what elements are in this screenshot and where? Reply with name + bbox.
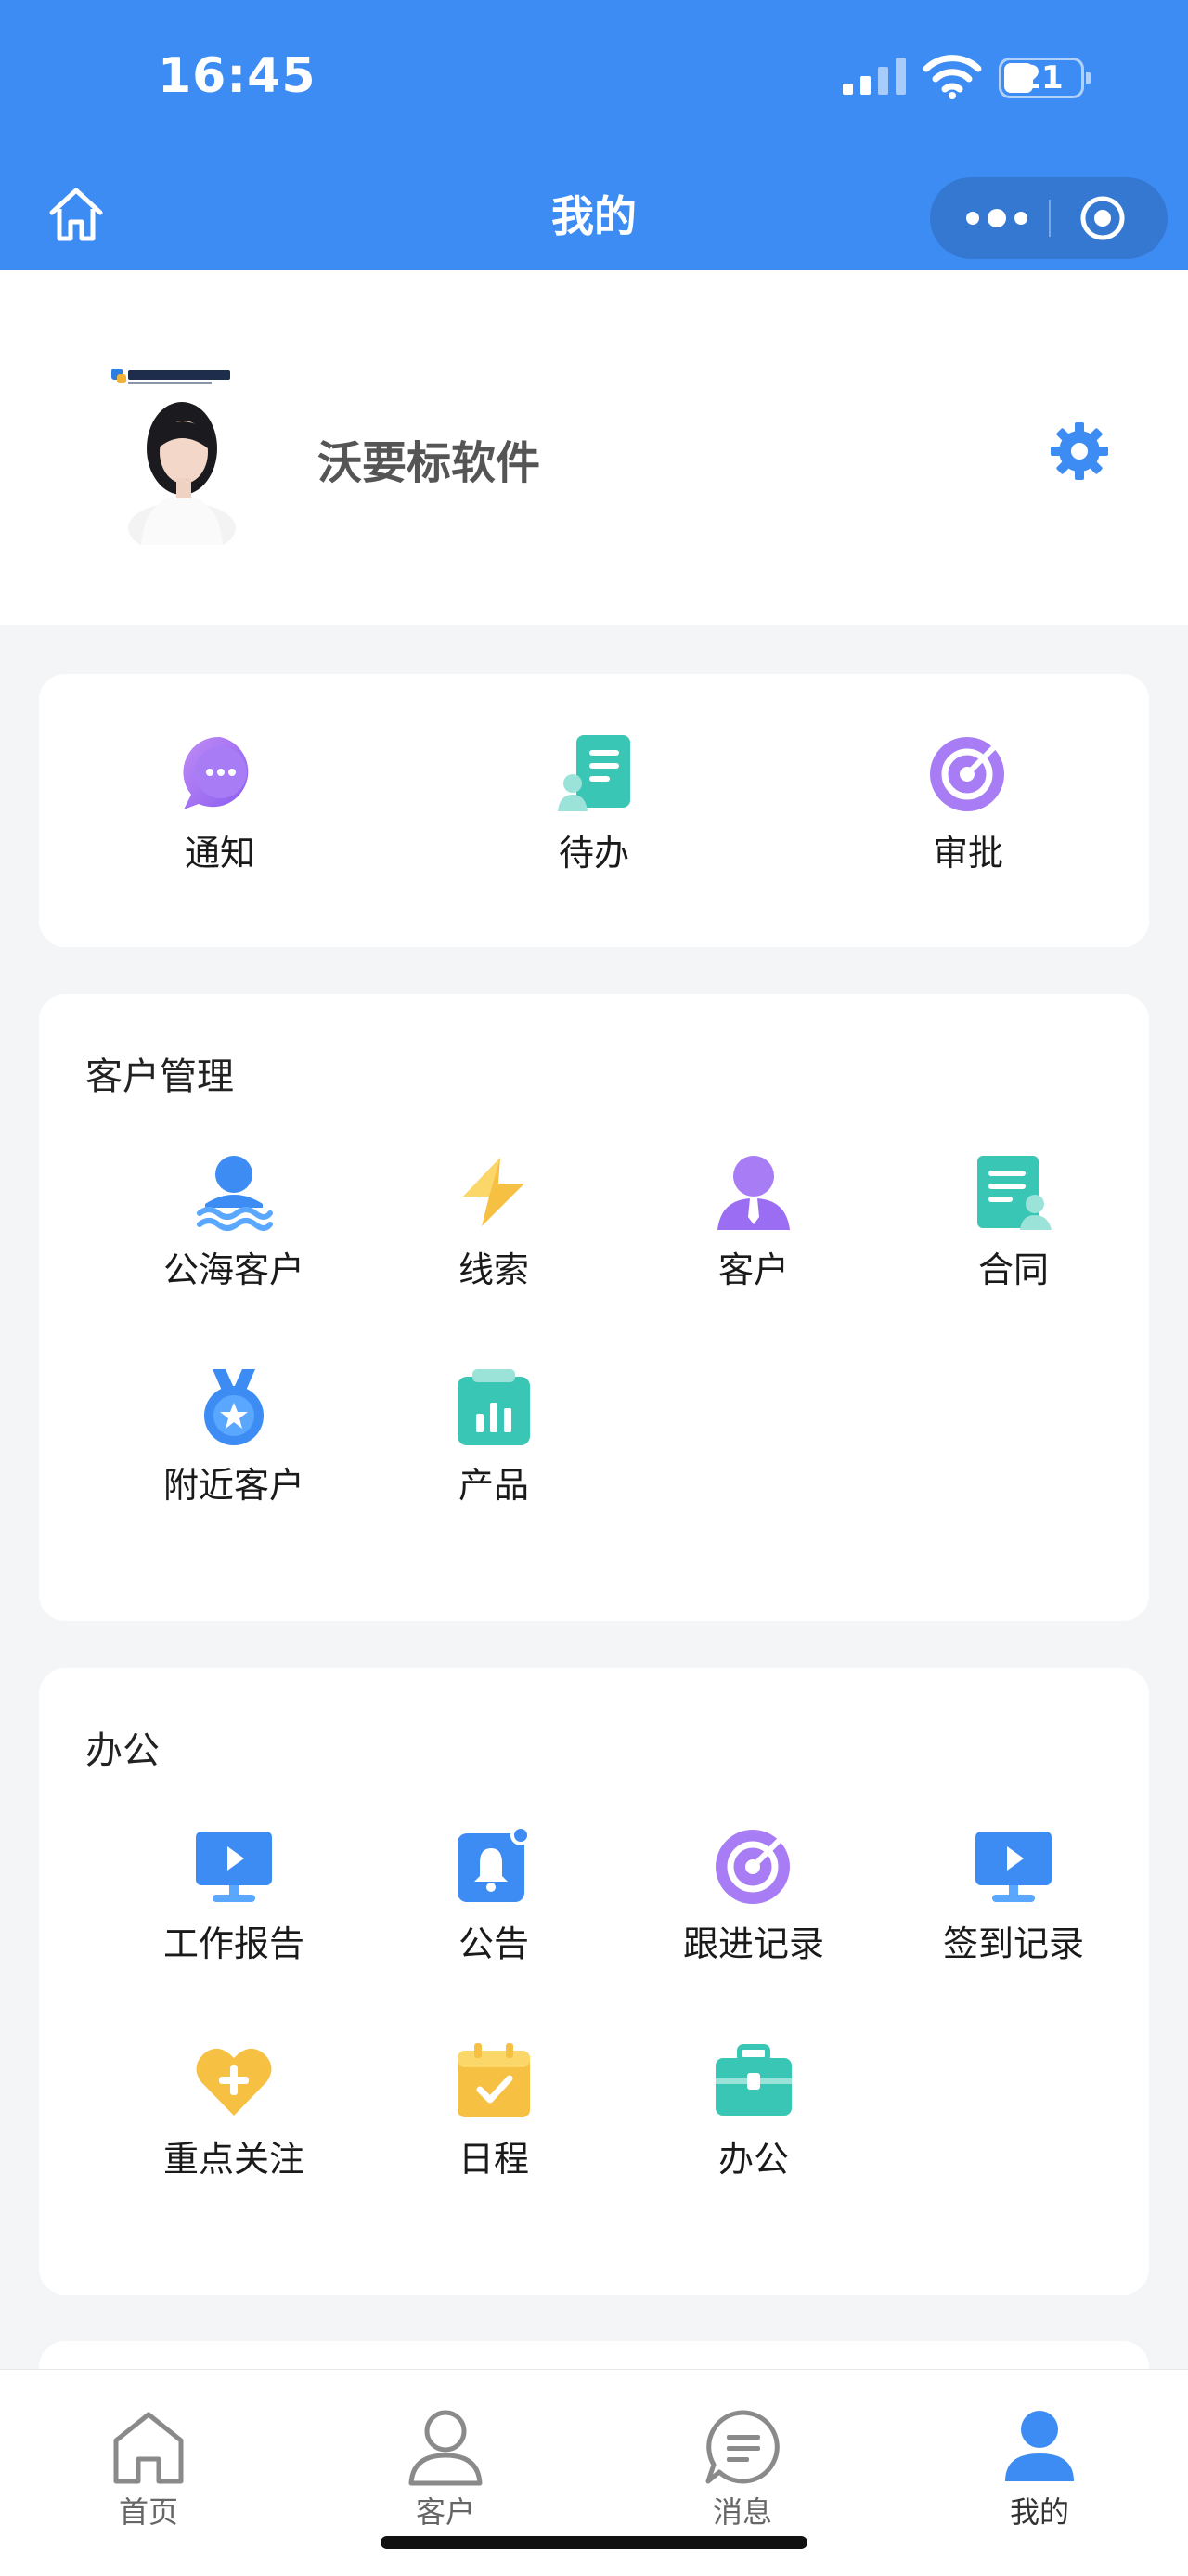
battery-level: 21	[1019, 59, 1064, 97]
grid-item-label: 工作报告	[162, 1923, 304, 1964]
customer-tab-icon	[408, 2410, 483, 2486]
battery-icon: 21	[999, 58, 1091, 98]
profile-name: 沃要标软件	[317, 437, 541, 489]
monitor-icon	[196, 1832, 272, 1902]
nav-bar: 我的	[0, 162, 1188, 270]
tab-mine[interactable]: 我的	[947, 2407, 1132, 2531]
quick-approval-label: 审批	[932, 833, 1003, 874]
todo-list-icon	[558, 735, 630, 811]
grid-item-leads[interactable]: 线索	[364, 1152, 624, 1292]
contract-icon	[977, 1156, 1052, 1230]
monitor-icon	[975, 1832, 1052, 1902]
quick-approval[interactable]: 审批	[787, 731, 1149, 875]
nearby-medal-icon	[204, 1369, 264, 1445]
grid-item-label: 重点关注	[162, 2139, 304, 2180]
quick-todo[interactable]: 待办	[413, 731, 775, 875]
grid-item-follow-up[interactable]: 跟进记录	[624, 1826, 884, 1966]
avatar[interactable]	[104, 359, 252, 545]
section-title: 客户管理	[85, 1055, 234, 1098]
approval-target-icon	[930, 737, 1004, 811]
grid-item-office[interactable]: 办公	[624, 2041, 884, 2181]
gear-icon[interactable]	[1047, 419, 1112, 484]
quick-notice[interactable]: 通知	[39, 731, 401, 875]
tab-label: 我的	[1009, 2494, 1069, 2530]
grid-item-label: 产品	[458, 1465, 529, 1506]
office-card: 办公 工作报告 公告 跟进记录 签到记录 重点关注 日程 办公	[39, 1668, 1149, 2295]
quick-actions-card: 通知 待办 审批	[39, 674, 1149, 947]
quick-notice-label: 通知	[184, 833, 255, 874]
message-tab-icon	[705, 2410, 780, 2484]
status-time: 16:45	[158, 48, 316, 104]
grid-item-label: 线索	[458, 1249, 529, 1290]
grid-item-label: 公告	[458, 1923, 529, 1964]
briefcase-icon	[716, 2044, 792, 2116]
tab-home[interactable]: 首页	[56, 2407, 241, 2531]
calendar-icon	[458, 2043, 530, 2117]
public-pool-icon	[197, 1156, 273, 1231]
grid-item-label: 办公	[717, 2139, 789, 2180]
home-indicator	[381, 2536, 807, 2549]
tab-label: 消息	[712, 2494, 772, 2530]
grid-item-label: 客户	[717, 1249, 789, 1290]
grid-item-public-pool[interactable]: 公海客户	[104, 1152, 364, 1292]
section-title: 办公	[85, 1729, 160, 1772]
grid-item-label: 签到记录	[942, 1923, 1084, 1964]
signal-icon	[843, 58, 906, 95]
grid-item-label: 附近客户	[162, 1465, 304, 1506]
chat-bubble-icon	[183, 736, 249, 809]
product-chart-icon	[458, 1369, 530, 1445]
tab-customer[interactable]: 客户	[353, 2407, 538, 2531]
tab-messages[interactable]: 消息	[650, 2407, 835, 2531]
grid-item-label: 合同	[977, 1249, 1049, 1290]
profile-header: 沃要标软件	[0, 270, 1188, 625]
grid-item-label: 公海客户	[162, 1249, 304, 1290]
grid-item-product[interactable]: 产品	[364, 1367, 624, 1508]
quick-todo-label: 待办	[558, 833, 629, 874]
more-dots-icon[interactable]	[962, 177, 1032, 259]
home-tab-icon	[113, 2412, 184, 2484]
grid-item-label: 跟进记录	[682, 1923, 824, 1964]
grid-item-customer[interactable]: 客户	[624, 1152, 884, 1292]
wifi-icon	[923, 55, 982, 99]
grid-item-label: 日程	[458, 2139, 529, 2180]
grid-item-contract[interactable]: 合同	[884, 1152, 1143, 1292]
mini-program-capsule	[930, 177, 1168, 259]
status-bar: 16:45 21	[0, 0, 1188, 162]
grid-item-nearby[interactable]: 附近客户	[104, 1367, 364, 1508]
grid-item-checkin-record[interactable]: 签到记录	[884, 1826, 1143, 1966]
customer-icon	[717, 1156, 790, 1230]
grid-item-work-report[interactable]: 工作报告	[104, 1826, 364, 1966]
tab-label: 首页	[118, 2494, 178, 2530]
customer-management-card: 客户管理 公海客户 线索 客户 合同 附近客户 产品	[39, 994, 1149, 1621]
grid-item-focus[interactable]: 重点关注	[104, 2041, 364, 2181]
close-target-icon[interactable]	[1078, 194, 1127, 242]
target-icon	[716, 1830, 790, 1904]
bell-icon	[458, 1826, 531, 1902]
profile-tab-icon	[1005, 2411, 1074, 2481]
heart-plus-icon	[196, 2048, 272, 2116]
grid-item-announcement[interactable]: 公告	[364, 1826, 624, 1966]
grid-item-schedule[interactable]: 日程	[364, 2041, 624, 2181]
lightning-icon	[463, 1158, 524, 1226]
tab-label: 客户	[415, 2494, 475, 2530]
